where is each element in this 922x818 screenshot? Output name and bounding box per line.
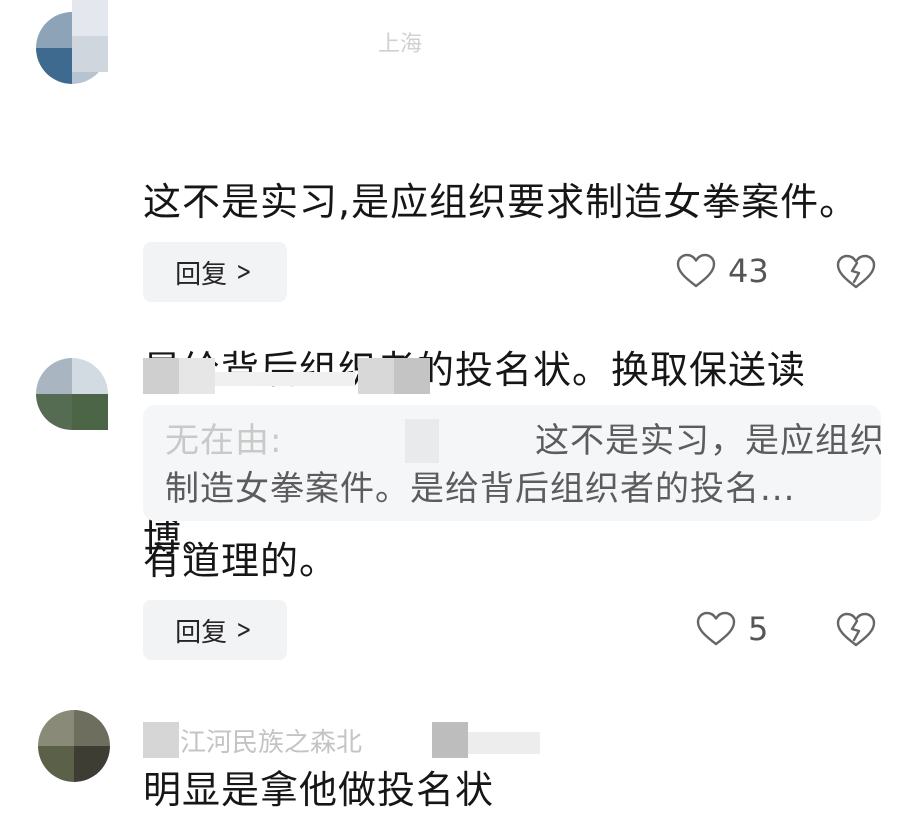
reply-label: 回复 [175,259,228,290]
username-redacted [215,372,355,386]
comment-text-line: 是给背后组织者的投名状。换取保送读 [143,348,807,392]
like-button[interactable]: 5 [696,610,768,648]
avatar[interactable] [38,710,110,782]
comment-text-line: 这不是实习,是应组织要求制造女拳案件。 [143,180,859,224]
chevron-right-icon: > [236,615,252,645]
avatar-redacted [72,394,108,430]
username-redacted [468,732,540,754]
username-redacted [143,722,179,758]
heart-outline-icon [696,611,736,646]
username[interactable]: 江河民族之森北 [180,722,362,759]
username-redacted [72,36,108,72]
username-redacted [358,358,394,394]
quoted-line: 制造女拳案件。是给背后组织者的投名... [165,469,796,509]
chevron-right-icon: > [236,257,252,287]
username-redacted [72,0,108,36]
dislike-button[interactable] [836,254,876,294]
broken-heart-icon [836,612,876,647]
reply-button[interactable]: 回复 > [143,242,287,302]
quoted-comment[interactable]: 无在由: 制造女拳案件。是给背后组织者的投名... 这不是实习，是应组织要求 [143,405,881,521]
quote-redacted [405,419,439,463]
username-redacted [143,358,179,394]
like-button[interactable]: 43 [676,252,769,290]
reply-button[interactable]: 回复 > [143,600,287,660]
heart-outline-icon [676,253,716,288]
like-count: 5 [748,610,769,648]
quote-author: 无在由: [165,421,283,461]
dislike-button[interactable] [836,612,876,652]
like-count: 43 [728,252,769,290]
username-redacted [179,358,215,394]
username-redacted [394,358,430,394]
username-redacted [432,722,468,758]
broken-heart-icon [836,254,876,289]
reply-label: 回复 [175,617,228,648]
comment-location: 上海 [378,32,423,57]
comment-text: 有道理的。 [143,539,339,583]
quoted-line: 这不是实习，是应组织要求 [535,421,881,461]
comment-text: 明显是拿他做投名状 [143,768,495,812]
